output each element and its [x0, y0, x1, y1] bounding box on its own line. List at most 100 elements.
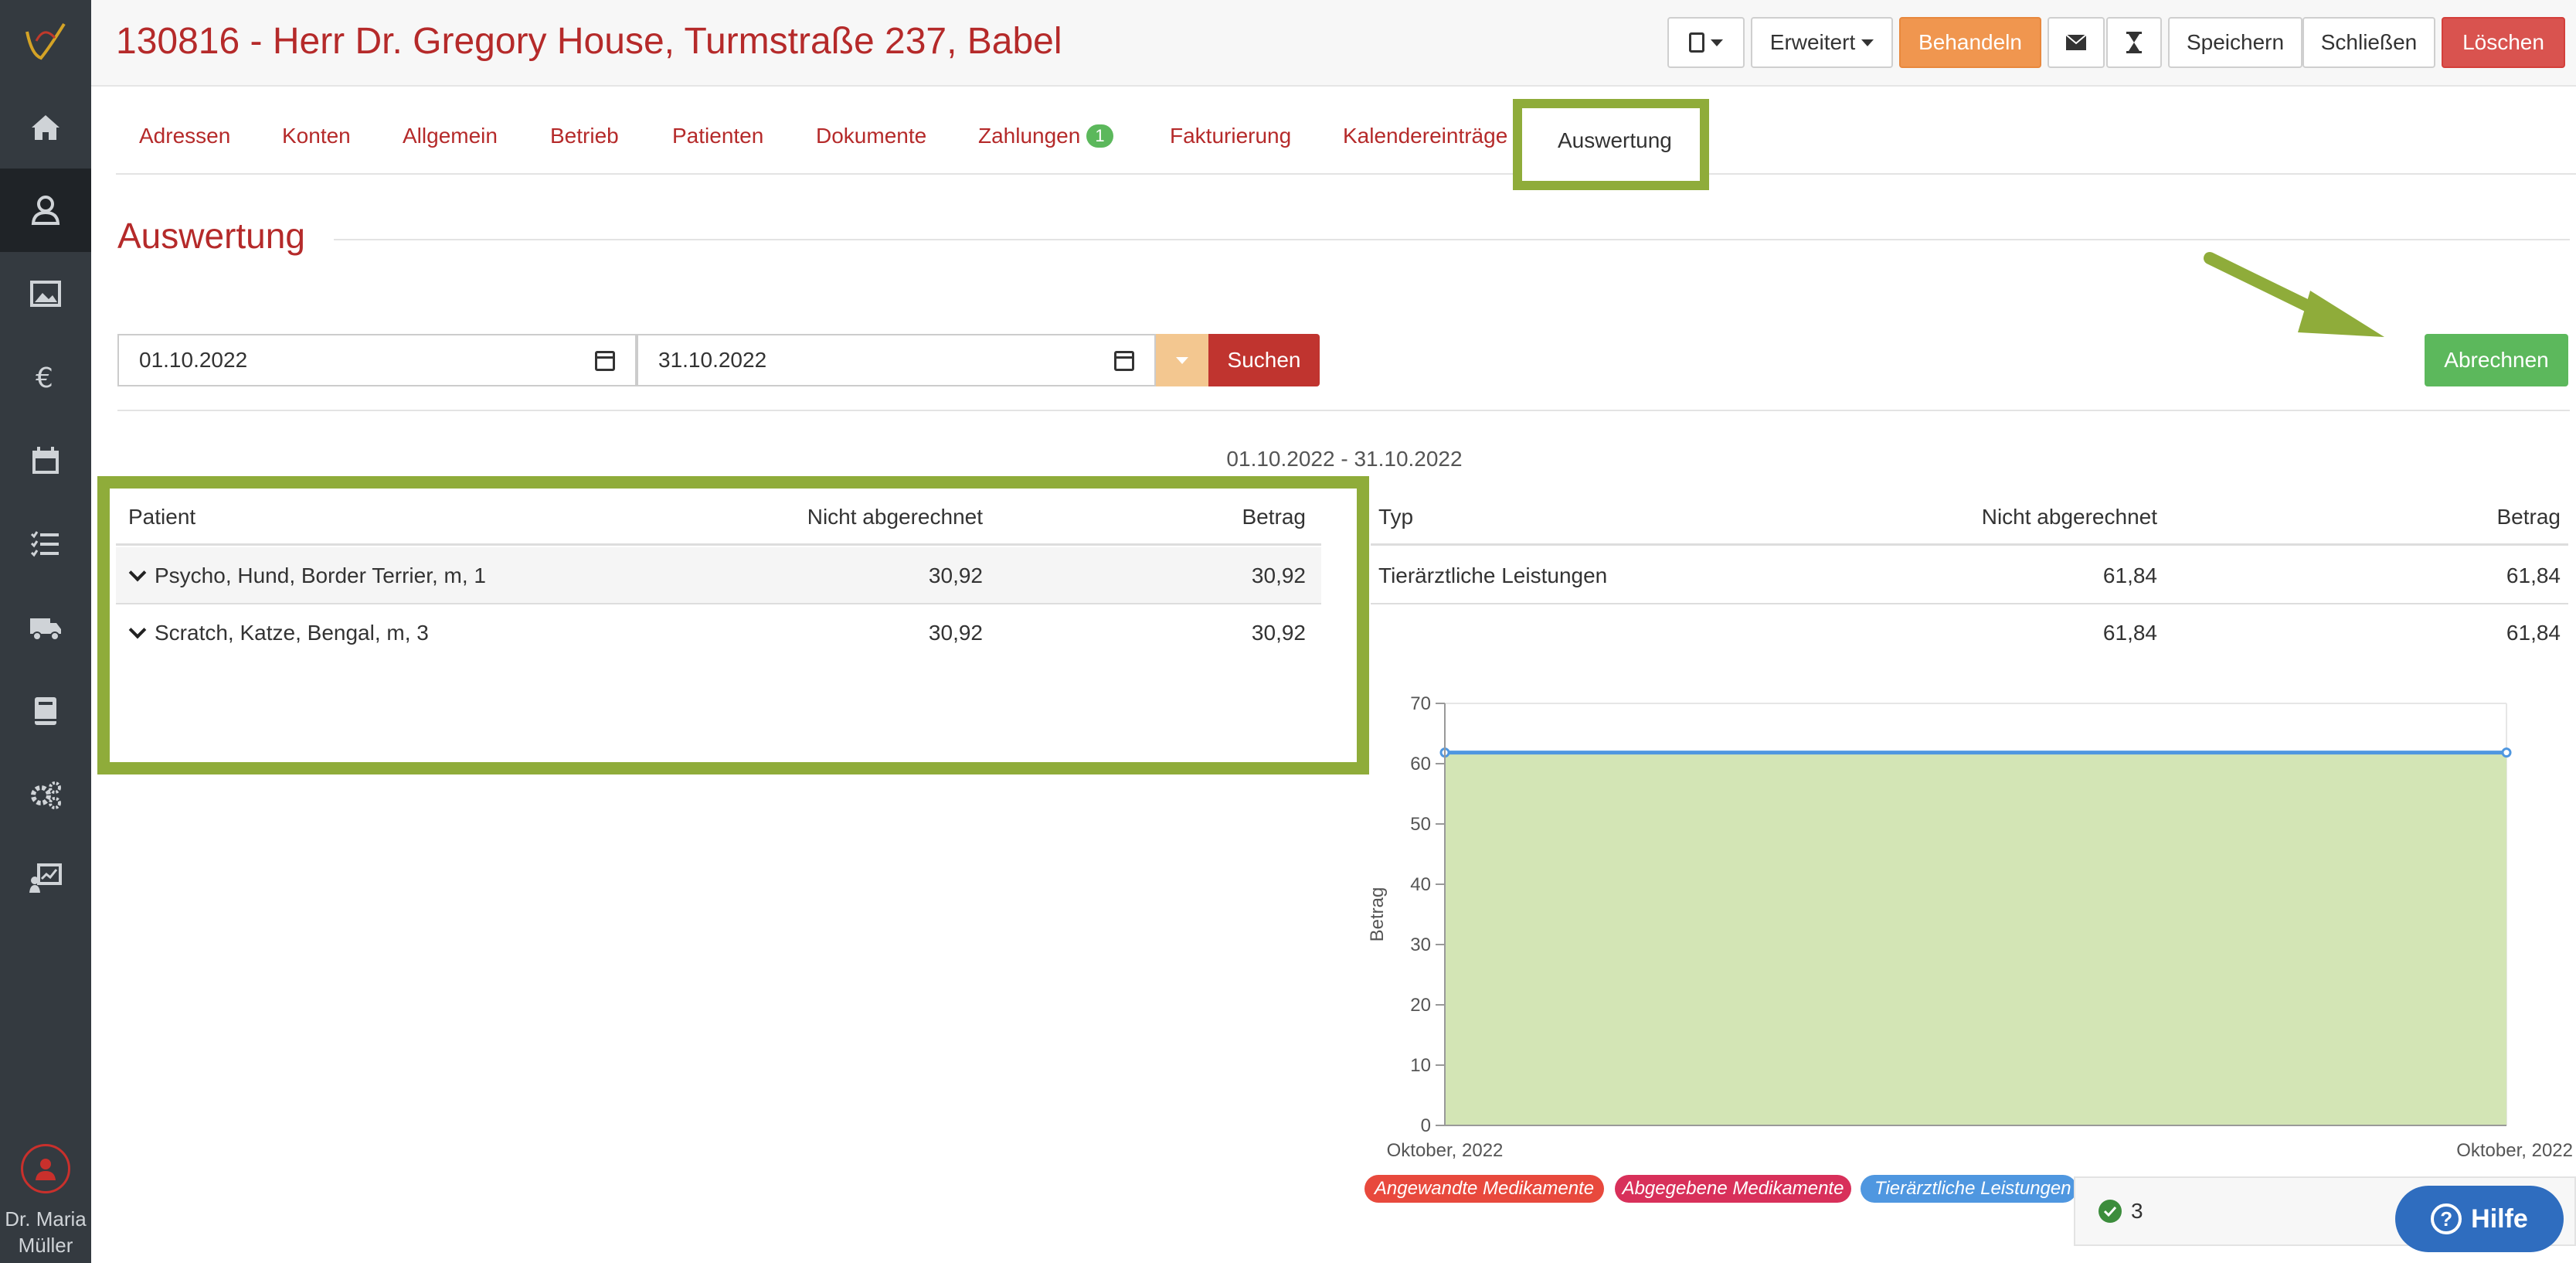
y-tick-label: 40	[1410, 874, 1431, 895]
behandeln-button[interactable]: Behandeln	[1899, 17, 2041, 68]
avatar-icon	[21, 1144, 70, 1193]
tab-konten[interactable]: Konten	[282, 124, 351, 148]
tab-auswertung[interactable]: Auswertung	[1558, 128, 1672, 153]
tab-zahlungen[interactable]: Zahlungen 1	[978, 124, 1113, 148]
date-from-input[interactable]: 01.10.2022	[117, 334, 637, 386]
y-tick-label: 50	[1410, 814, 1431, 835]
app-logo[interactable]	[0, 0, 91, 85]
section-divider	[334, 239, 2570, 240]
betrag-cell: 30,92	[1251, 563, 1306, 587]
reports-icon[interactable]	[0, 836, 91, 920]
y-tick-label: 10	[1410, 1055, 1431, 1076]
date-from-value: 01.10.2022	[139, 348, 248, 372]
tab-allgemein[interactable]: Allgemein	[403, 124, 498, 148]
caret-down-icon	[1176, 356, 1188, 364]
mail-button[interactable]	[2048, 17, 2105, 68]
nicht-abgerechnet-cell: 30,92	[928, 621, 983, 645]
truck-icon[interactable]	[0, 586, 91, 669]
date-to-value: 31.10.2022	[658, 348, 767, 372]
notification-count: 3	[2131, 1199, 2143, 1223]
section-title: Auswertung	[117, 216, 305, 256]
check-circle-icon	[2099, 1200, 2122, 1223]
abrechnen-button[interactable]: Abrechnen	[2425, 334, 2568, 386]
erweitert-dropdown[interactable]: Erweitert	[1751, 17, 1893, 68]
filter-divider	[117, 410, 2570, 411]
chevron-down-icon[interactable]	[128, 621, 147, 639]
nicht-abgerechnet-cell: 30,92	[928, 563, 983, 587]
table-row: 61,84 61,84	[1371, 604, 2568, 662]
speichern-button[interactable]: Speichern	[2168, 17, 2302, 68]
schliessen-label: Schließen	[2320, 30, 2418, 54]
x-tick-label: Oktober, 2022	[2456, 1140, 2573, 1161]
betrag-cell: 61,84	[2506, 563, 2561, 587]
tab-bar: Adressen Konten Allgemein Betrieb Patien…	[116, 94, 2576, 175]
patient-cell: Scratch, Katze, Bengal, m, 3	[128, 604, 429, 662]
total-nicht-abgerechnet-cell: 61,84	[2102, 621, 2157, 645]
tab-kalendereintraege[interactable]: Kalendereinträge	[1343, 124, 1507, 148]
patient-name: Scratch, Katze, Bengal, m, 3	[155, 621, 429, 645]
behandeln-label: Behandeln	[1918, 30, 2022, 54]
table-row[interactable]: Scratch, Katze, Bengal, m, 3 30,92 30,92	[116, 604, 1321, 662]
amount-chart: 0 10 20 30 40 50 60 70 Oktober, 2022 Oktober, 202…	[1368, 693, 2573, 1161]
device-button[interactable]	[1667, 17, 1745, 68]
tab-zahlungen-label: Zahlungen	[978, 124, 1081, 148]
chevron-down-icon[interactable]	[128, 563, 147, 582]
calendar-icon[interactable]	[0, 419, 91, 502]
search-button[interactable]: Suchen	[1208, 334, 1320, 386]
home-icon[interactable]	[0, 85, 91, 169]
calendar-picker-icon[interactable]	[595, 351, 615, 371]
loeschen-button[interactable]: Löschen	[2442, 17, 2565, 68]
legend-tieraerztliche-leistungen[interactable]: Tierärztliche Leistungen	[1861, 1175, 2077, 1203]
user-profile[interactable]: Dr. Maria Müller	[0, 1144, 91, 1258]
data-point	[2501, 747, 2512, 758]
legend-label: Angewandte Medikamente	[1374, 1178, 1595, 1199]
date-to-input[interactable]: 31.10.2022	[637, 334, 1156, 386]
user-name-line2: Müller	[18, 1234, 73, 1257]
help-button[interactable]: ? Hilfe	[2395, 1186, 2564, 1252]
tasks-icon[interactable]	[0, 502, 91, 586]
tablet-icon	[1689, 32, 1704, 53]
y-tick-label: 30	[1410, 934, 1431, 955]
legend-label: Tierärztliche Leistungen	[1874, 1178, 2071, 1199]
tab-adressen[interactable]: Adressen	[139, 124, 230, 148]
tab-betrieb[interactable]: Betrieb	[550, 124, 619, 148]
x-tick-label: Oktober, 2022	[1387, 1140, 1504, 1161]
legend-angewandte-medikamente[interactable]: Angewandte Medikamente	[1364, 1175, 1604, 1203]
zahlungen-badge: 1	[1086, 124, 1113, 148]
legend-label: Abgegebene Medikamente	[1622, 1178, 1844, 1199]
table-row: Tierärztliche Leistungen 61,84 61,84	[1371, 547, 2568, 604]
y-tick-label: 0	[1421, 1115, 1431, 1136]
speichern-label: Speichern	[2186, 30, 2285, 54]
tab-dokumente[interactable]: Dokumente	[816, 124, 926, 148]
range-dropdown-button[interactable]	[1156, 334, 1208, 386]
col-header-betrag: Betrag	[1242, 505, 1307, 529]
patient-table-header: Patient Nicht abgerechnet Betrag	[116, 489, 1321, 546]
y-tick-label: 60	[1410, 754, 1431, 774]
annotation-arrow-icon	[2204, 252, 2384, 337]
page-title: 130816 - Herr Dr. Gregory House, Turmstr…	[116, 21, 1062, 62]
col-header-nicht-abgerechnet: Nicht abgerechnet	[807, 505, 983, 529]
legend-abgegebene-medikamente[interactable]: Abgegebene Medikamente	[1615, 1175, 1851, 1203]
question-icon: ?	[2431, 1203, 2462, 1234]
customer-icon[interactable]	[0, 169, 91, 252]
image-icon[interactable]	[0, 252, 91, 335]
timer-button[interactable]	[2106, 17, 2162, 68]
typ-cell: Tierärztliche Leistungen	[1378, 563, 1608, 587]
book-icon[interactable]	[0, 669, 91, 753]
date-range-label: 01.10.2022 - 31.10.2022	[1226, 447, 1463, 471]
y-tick-label: 70	[1410, 693, 1431, 714]
tab-patienten[interactable]: Patienten	[672, 124, 763, 148]
tab-fakturierung[interactable]: Fakturierung	[1170, 124, 1291, 148]
svg-text:€: €	[36, 363, 53, 394]
table-row[interactable]: Psycho, Hund, Border Terrier, m, 1 30,92…	[116, 547, 1321, 604]
nicht-abgerechnet-cell: 61,84	[2102, 563, 2157, 587]
calendar-picker-icon[interactable]	[1114, 351, 1134, 371]
settings-icon[interactable]	[0, 753, 91, 836]
col-header-nicht-abgerechnet: Nicht abgerechnet	[1981, 505, 2157, 529]
envelope-icon	[2066, 35, 2086, 50]
schliessen-button[interactable]: Schließen	[2302, 17, 2435, 68]
y-tick-label: 20	[1410, 995, 1431, 1016]
type-table-header: Typ Nicht abgerechnet Betrag	[1371, 489, 2568, 546]
area-fill	[1445, 752, 2506, 1125]
euro-icon[interactable]: €	[0, 335, 91, 419]
